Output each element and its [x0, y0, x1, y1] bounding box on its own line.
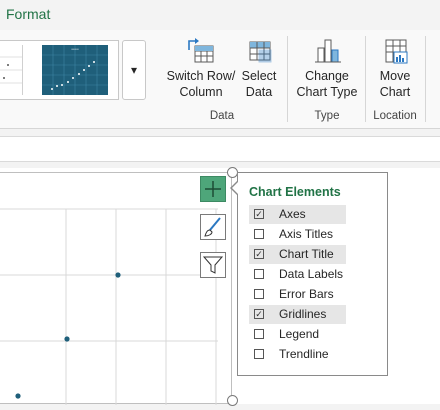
gallery-more-button[interactable]: ▾ — [122, 40, 146, 100]
group-label-location: Location — [373, 110, 417, 122]
chart-element-gridlines[interactable]: ✓ Gridlines — [249, 305, 346, 324]
chart-element-label: Data Labels — [279, 267, 344, 281]
change-chart-type-label: Change Chart Type — [296, 69, 358, 99]
chart-elements-button[interactable] — [200, 176, 226, 202]
chart-element-data-labels[interactable]: Data Labels — [249, 265, 346, 284]
group-divider — [425, 36, 426, 122]
scatter-thumbnail-dark-icon: ••••••• — [42, 45, 108, 95]
scatter-plot-area — [0, 208, 218, 405]
plus-icon — [205, 181, 221, 197]
tab-format[interactable]: Format — [6, 6, 50, 22]
flyout-pointer-inner — [232, 181, 239, 195]
select-data-label: Select Data — [241, 69, 277, 99]
checkbox-unchecked[interactable] — [254, 269, 264, 279]
change-chart-type-button[interactable]: Change Chart Type — [293, 36, 361, 100]
ribbon: ••••••• ▾ Switch Row/ Column Select Data… — [0, 30, 440, 129]
chart-filters-button[interactable] — [200, 252, 226, 278]
move-chart-button[interactable]: Move Chart — [371, 36, 419, 100]
chart-style-thumbnail[interactable] — [0, 45, 23, 95]
chart-element-error-bars[interactable]: Error Bars — [249, 285, 346, 304]
chart-element-label: Chart Title — [279, 247, 334, 261]
group-divider — [287, 36, 288, 122]
chart-elements-title: Chart Elements — [249, 185, 341, 199]
chart-element-chart-title[interactable]: ✓ Chart Title — [249, 245, 346, 264]
chart-element-label: Gridlines — [279, 307, 327, 321]
move-chart-label: Move Chart — [379, 69, 411, 99]
checkbox-unchecked[interactable] — [254, 229, 264, 239]
chart-style-thumbnail-selected[interactable]: ••••••• — [42, 45, 108, 95]
select-data-icon — [249, 41, 272, 63]
checkbox-unchecked[interactable] — [254, 329, 264, 339]
chart-element-label: Axis Titles — [279, 227, 334, 241]
checkbox-unchecked[interactable] — [254, 349, 264, 359]
group-label-data: Data — [209, 110, 235, 122]
chart-styles-button[interactable] — [200, 214, 226, 240]
data-point[interactable] — [64, 336, 70, 342]
select-data-button[interactable]: Select Data — [238, 36, 280, 100]
chart-element-axes[interactable]: ✓ Axes — [249, 205, 346, 224]
chart-element-label: Axes — [279, 207, 306, 221]
checkbox-checked[interactable]: ✓ — [254, 249, 264, 259]
ribbon-tab-bar: Format — [0, 0, 440, 30]
chart-element-legend[interactable]: Legend — [249, 325, 346, 344]
chart-elements-panel: Chart Elements ✓ Axes Axis Titles ✓ Chart Ti… — [237, 172, 388, 376]
data-point[interactable] — [15, 393, 21, 399]
chart-element-label: Trendline — [279, 347, 329, 361]
move-chart-icon — [385, 39, 408, 64]
chart-resize-handle[interactable] — [227, 395, 238, 406]
switch-row-column-button[interactable]: Switch Row/ Column — [162, 36, 240, 100]
chart-element-label: Error Bars — [279, 287, 334, 301]
chart-element-label: Legend — [279, 327, 320, 341]
change-chart-type-icon — [315, 39, 341, 63]
brush-icon — [204, 217, 221, 237]
checkbox-checked[interactable]: ✓ — [254, 309, 264, 319]
switch-row-column-icon — [188, 38, 214, 63]
chart-element-axis-titles[interactable]: Axis Titles — [249, 225, 346, 244]
chart-element-trendline[interactable]: Trendline — [249, 345, 346, 364]
group-divider — [365, 36, 366, 122]
switch-row-column-label: Switch Row/ Column — [166, 69, 236, 99]
chart-area[interactable] — [0, 172, 232, 405]
formula-bar[interactable] — [0, 136, 440, 162]
scatter-thumbnail-icon — [0, 56, 22, 84]
svg-text:•••••••: ••••••• — [71, 47, 78, 51]
checkbox-unchecked[interactable] — [254, 289, 264, 299]
checkbox-checked[interactable]: ✓ — [254, 209, 264, 219]
data-point[interactable] — [115, 272, 121, 278]
group-label-type: Type — [314, 110, 340, 122]
funnel-icon — [202, 256, 224, 274]
chart-styles-gallery[interactable]: ••••••• — [0, 40, 119, 100]
